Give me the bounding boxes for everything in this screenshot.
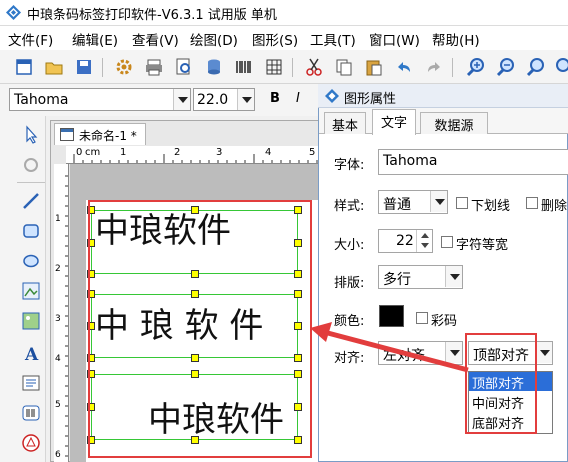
cut-icon[interactable] — [304, 57, 324, 77]
zoom-fit-icon[interactable] — [526, 57, 546, 77]
size-label: 大小: — [334, 238, 365, 253]
style-label: 样式: — [334, 199, 365, 214]
text-icon[interactable]: A — [20, 342, 42, 365]
menu-shape[interactable]: 图形(S) — [252, 29, 298, 49]
open-icon[interactable] — [44, 57, 64, 77]
font-label: 字体: — [334, 158, 365, 173]
picture-icon[interactable] — [20, 310, 42, 332]
dialog-title-bar: 图形属性 — [318, 84, 568, 108]
spinner-arrows-icon[interactable] — [416, 230, 432, 252]
font-family-select[interactable]: Tahoma — [9, 88, 191, 111]
italic-button[interactable]: I — [296, 91, 300, 106]
image-icon[interactable] — [20, 280, 42, 302]
rotate-icon[interactable] — [20, 154, 42, 176]
ruler-h-unit: cm — [85, 147, 101, 158]
ruler-h-3: 3 — [216, 147, 223, 158]
menu-view[interactable]: 查看(V) — [132, 29, 179, 49]
menu-help[interactable]: 帮助(H) — [432, 29, 480, 49]
grid-icon[interactable] — [264, 57, 284, 77]
style-value: 普通 — [383, 197, 411, 213]
line-icon[interactable] — [20, 190, 42, 212]
app-logo-icon — [325, 89, 339, 103]
pointer-icon[interactable] — [20, 124, 42, 146]
style-select[interactable]: 普通 — [378, 190, 448, 214]
app-logo-icon — [6, 5, 21, 20]
font-size-value: 22.0 — [197, 92, 229, 108]
layout-label: 排版: — [334, 276, 365, 291]
ruler-h-1: 1 — [120, 147, 127, 158]
document-tab-label: 未命名-1 * — [79, 129, 137, 143]
new-icon[interactable] — [14, 57, 34, 77]
size-value: 22 — [396, 233, 414, 249]
strikethrough-label: 删除 — [541, 199, 568, 214]
copy-icon[interactable] — [334, 57, 354, 77]
document-tab[interactable]: 未命名-1 * — [54, 123, 146, 145]
menu-edit[interactable]: 编辑(E) — [72, 29, 118, 49]
chevron-down-icon[interactable] — [173, 89, 190, 110]
menu-window[interactable]: 窗口(W) — [369, 29, 420, 49]
ruler-h-2: 2 — [174, 147, 181, 158]
bold-button[interactable]: B — [270, 91, 280, 106]
rich-text-icon[interactable] — [20, 372, 42, 394]
undo-icon[interactable] — [394, 57, 414, 77]
underline-label: 下划线 — [471, 199, 511, 214]
underline-checkbox[interactable] — [456, 197, 468, 209]
document-icon — [60, 128, 74, 141]
qrcode-tool-icon[interactable] — [20, 432, 42, 454]
chevron-down-icon[interactable] — [430, 191, 447, 212]
database-icon[interactable] — [204, 57, 224, 77]
font-field-value: Tahoma — [383, 153, 438, 169]
ruler-v-2: 2 — [55, 264, 61, 274]
chevron-down-icon[interactable] — [535, 342, 552, 363]
menu-draw[interactable]: 绘图(D) — [190, 29, 238, 49]
ruler-h-4: 4 — [265, 147, 272, 158]
zoom-actual-icon[interactable] — [552, 57, 568, 77]
equal-width-label: 字符等宽 — [456, 238, 509, 253]
annotation-arrow-icon — [310, 322, 469, 373]
equal-width-checkbox[interactable] — [441, 236, 453, 248]
redo-icon[interactable] — [424, 57, 444, 77]
tab-datasource[interactable]: 数据源 — [420, 112, 488, 134]
menu-file[interactable]: 文件(F) — [8, 29, 53, 49]
title-bar: 中琅条码标签打印软件-V6.3.1 试用版 单机 — [0, 0, 568, 26]
ruler-h-5: 5 — [309, 147, 316, 158]
ruler-v-6: 6 — [55, 450, 61, 460]
menu-tools[interactable]: 工具(T) — [310, 29, 356, 49]
font-family-value: Tahoma — [14, 92, 69, 108]
ellipse-icon[interactable] — [20, 250, 42, 272]
chevron-down-icon[interactable] — [445, 266, 462, 287]
ruler-v-5: 5 — [55, 400, 61, 410]
chevron-down-icon[interactable] — [237, 89, 254, 110]
barcode-tool-icon[interactable] — [20, 402, 42, 424]
ruler-h-0: 0 — [76, 147, 83, 158]
print-icon[interactable] — [144, 57, 164, 77]
horizontal-ruler: 0 cm 1 2 3 4 5 — [66, 146, 320, 164]
layout-value: 多行 — [383, 272, 411, 288]
tab-basic[interactable]: 基本 — [324, 112, 366, 134]
vertical-ruler: 1 2 3 4 5 6 — [54, 164, 69, 462]
main-toolbar — [0, 50, 568, 84]
rectangle-icon[interactable] — [20, 220, 42, 242]
font-field[interactable]: Tahoma — [378, 149, 568, 175]
ruler-v-4: 4 — [55, 354, 61, 364]
svg-text:A: A — [24, 345, 39, 364]
strikethrough-checkbox[interactable] — [526, 197, 538, 209]
ruler-v-3: 3 — [55, 314, 61, 324]
annotation-highlight-canvas — [88, 200, 312, 458]
settings-icon[interactable] — [114, 57, 134, 77]
save-icon[interactable] — [74, 57, 94, 77]
dialog-title: 图形属性 — [344, 92, 397, 107]
layout-select[interactable]: 多行 — [378, 265, 463, 289]
zoom-in-icon[interactable] — [466, 57, 486, 77]
paste-icon[interactable] — [364, 57, 384, 77]
font-size-select[interactable]: 22.0 — [193, 88, 255, 111]
barcode-icon[interactable] — [234, 57, 254, 77]
zoom-out-icon[interactable] — [496, 57, 516, 77]
window-title: 中琅条码标签打印软件-V6.3.1 试用版 单机 — [27, 8, 277, 23]
menu-bar: 文件(F) 编辑(E) 查看(V) 绘图(D) 图形(S) 工具(T) 窗口(W… — [0, 26, 568, 50]
tab-text[interactable]: 文字 — [372, 109, 416, 135]
print-preview-icon[interactable] — [174, 57, 194, 77]
drawing-toolbar: A — [0, 116, 46, 462]
ruler-v-1: 1 — [55, 214, 61, 224]
